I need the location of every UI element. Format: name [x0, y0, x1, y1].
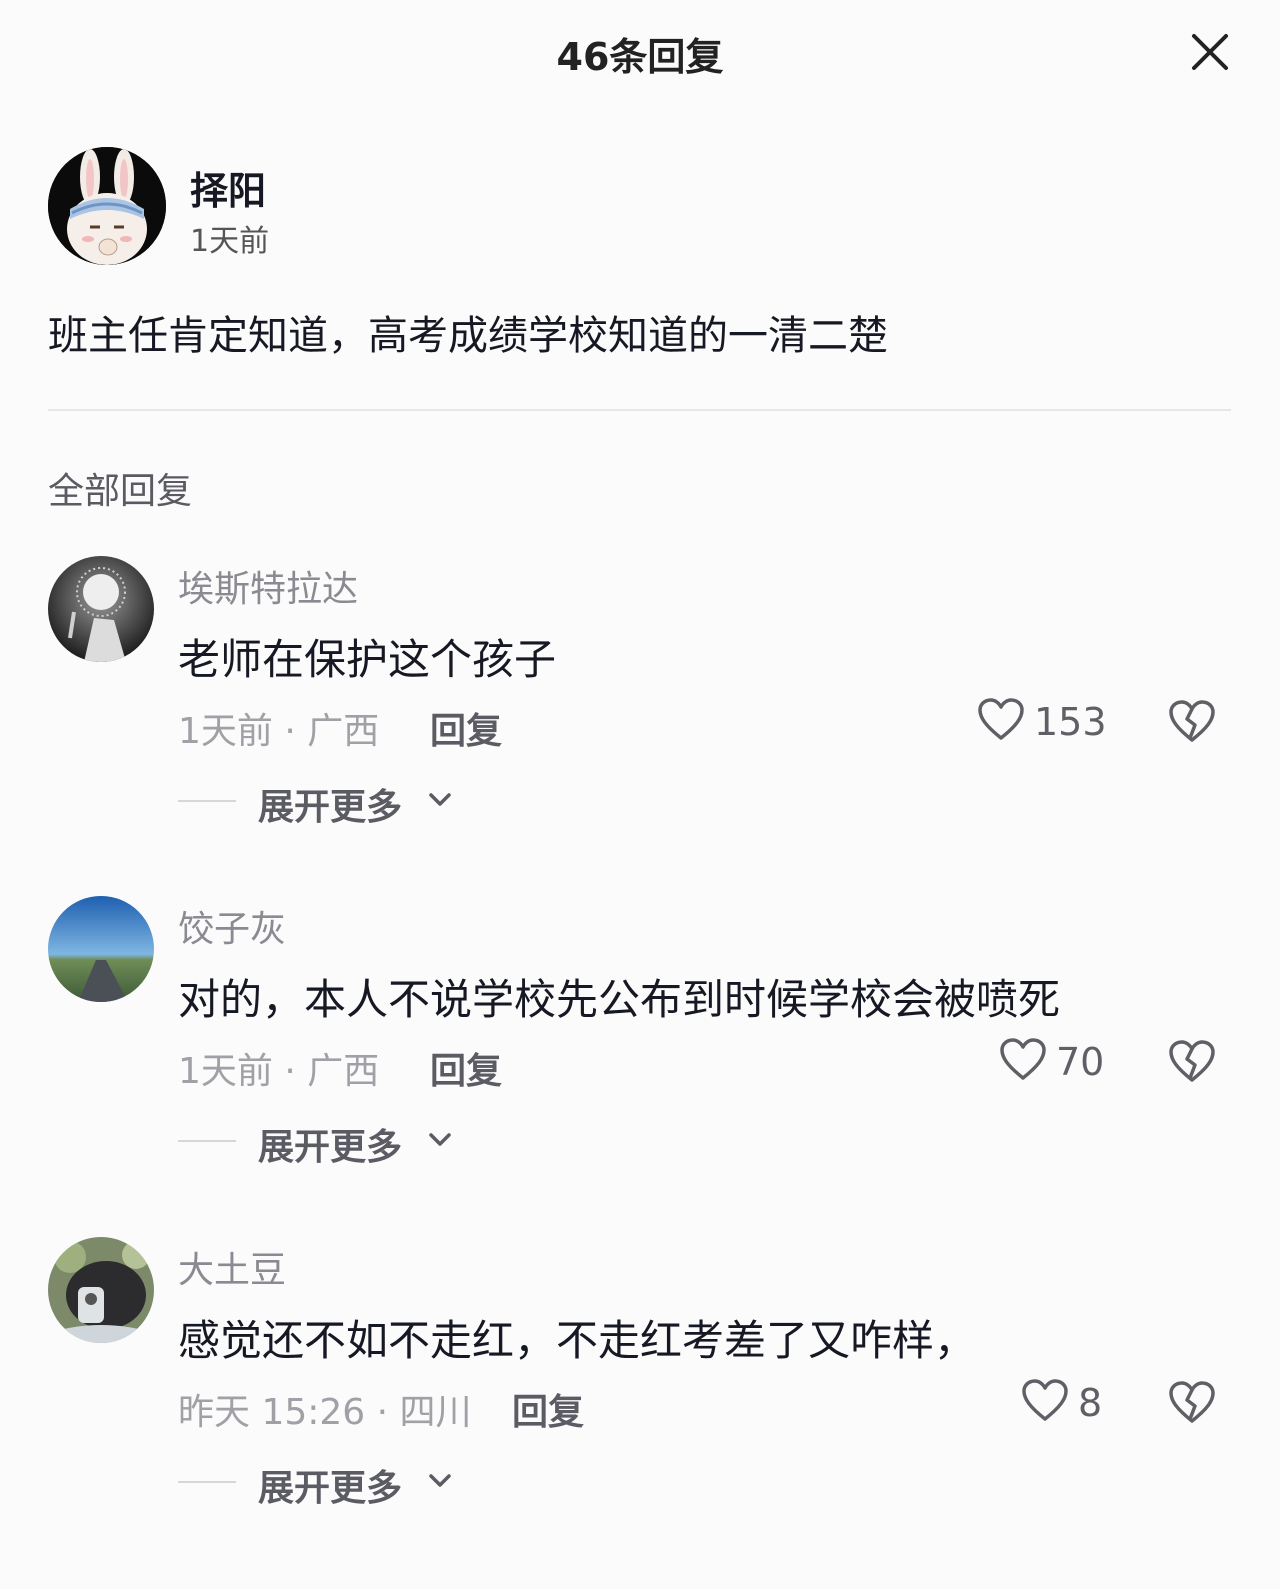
broken-heart-icon — [1169, 1381, 1215, 1423]
like-button[interactable]: 70 — [998, 1034, 1106, 1086]
expand-more-button[interactable]: 展开更多 — [258, 1118, 402, 1170]
reply-panel: 46条回复 择阳 1天前 班主任肯定知道，高考成绩学校知道的一清二楚 全部回复 — [0, 0, 1280, 1589]
like-count: 8 — [1078, 1381, 1103, 1425]
reply-username[interactable]: 埃斯特拉达 — [178, 560, 358, 612]
dislike-button[interactable] — [1166, 696, 1218, 746]
post-text: 班主任肯定知道，高考成绩学校知道的一清二楚 — [48, 313, 888, 359]
reply-button[interactable]: 回复 — [430, 702, 502, 754]
dislike-button[interactable] — [1166, 1036, 1218, 1086]
like-button[interactable]: 153 — [976, 694, 1107, 746]
close-button[interactable] — [1188, 30, 1232, 74]
reply-item: 大土豆 感觉还不如不走红，不走红考差了又咋样， 昨天 15:26 · 四川 回复… — [0, 1237, 1280, 1537]
like-count: 153 — [1034, 700, 1107, 744]
like-button[interactable]: 8 — [1020, 1375, 1106, 1427]
reply-meta: 昨天 15:26 · 四川 — [178, 1392, 472, 1433]
dislike-button[interactable] — [1166, 1377, 1218, 1427]
reply-button[interactable]: 回复 — [430, 1042, 502, 1094]
heart-outline-icon — [1022, 1379, 1068, 1421]
author-name[interactable]: 择阳 — [190, 160, 266, 215]
reply-meta: 1天前 · 广西 — [178, 711, 380, 752]
section-label: 全部回复 — [48, 471, 193, 512]
expand-more-button[interactable]: 展开更多 — [258, 1459, 402, 1511]
broken-heart-icon — [1169, 700, 1215, 742]
reply-avatar[interactable] — [48, 896, 154, 1002]
reply-avatar[interactable] — [48, 556, 154, 662]
chevron-down-icon — [429, 1474, 451, 1487]
reply-text: 对的，本人不说学校先公布到时候学校会被喷死 — [178, 975, 1061, 1024]
heart-outline-icon — [978, 698, 1024, 740]
close-icon — [1192, 34, 1228, 70]
reply-username[interactable]: 饺子灰 — [178, 900, 286, 952]
chevron-down-icon — [429, 1133, 451, 1146]
reply-item: 饺子灰 对的，本人不说学校先公布到时候学校会被喷死 1天前 · 广西 回复 70… — [0, 896, 1280, 1196]
reply-item: 埃斯特拉达 老师在保护这个孩子 1天前 · 广西 回复 153 展开更多 — [0, 556, 1280, 856]
reply-username[interactable]: 大土豆 — [178, 1241, 286, 1293]
reply-meta: 1天前 · 广西 — [178, 1051, 380, 1092]
panel-title: 46条回复 — [556, 35, 724, 79]
author-avatar[interactable] — [48, 147, 166, 265]
reply-text: 感觉还不如不走红，不走红考差了又咋样， — [178, 1316, 977, 1365]
expand-divider — [178, 1481, 236, 1483]
heart-outline-icon — [1000, 1038, 1046, 1080]
divider — [48, 409, 1231, 411]
expand-divider — [178, 1140, 236, 1142]
expand-divider — [178, 800, 236, 802]
expand-more-button[interactable]: 展开更多 — [258, 778, 402, 830]
reply-text: 老师在保护这个孩子 — [178, 635, 557, 684]
broken-heart-icon — [1169, 1040, 1215, 1082]
chevron-down-icon — [429, 793, 451, 806]
post-time: 1天前 — [190, 224, 270, 259]
reply-avatar[interactable] — [48, 1237, 154, 1343]
like-count: 70 — [1056, 1040, 1105, 1084]
reply-button[interactable]: 回复 — [512, 1383, 584, 1435]
